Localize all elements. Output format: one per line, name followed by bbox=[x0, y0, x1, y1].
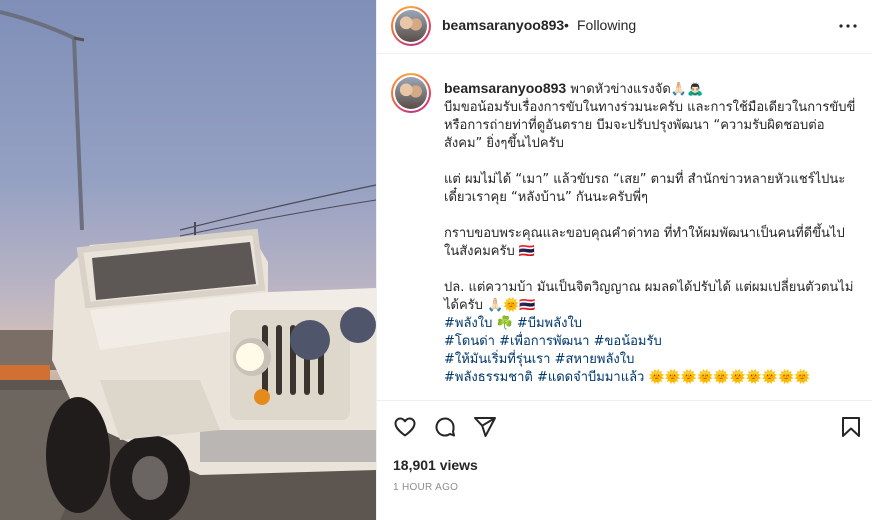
caption-paragraph-4: ปล. แต่ความบ้า มันเป็นจิตวิญญาณ ผมลดได้ป… bbox=[444, 280, 854, 313]
hashtag-link[interactable]: #บีมพลังใบ bbox=[517, 316, 582, 331]
caption-headline: พาดหัวข่างแรงจัด🙏🏻🙇🏻‍♂️ bbox=[566, 82, 704, 97]
hashtag-link[interactable]: #พลังใบ bbox=[444, 316, 492, 331]
hashtag-line-1: #พลังใบ ☘️ #บีมพลังใบ bbox=[444, 315, 859, 333]
view-count[interactable]: 18,901 views bbox=[393, 457, 478, 473]
heart-icon[interactable] bbox=[393, 415, 417, 439]
jeep-photo bbox=[0, 10, 376, 520]
hashtag-link[interactable]: #โดนด่า bbox=[444, 334, 495, 349]
hashtag-line-4: #พลังธรรมชาติ #แดดจ๋าบีมมาแล้ว 🌞🌞🌞🌞🌞🌞🌞🌞🌞… bbox=[444, 369, 859, 387]
comment-icon[interactable] bbox=[433, 415, 457, 439]
hashtag-link[interactable]: #ให้มันเริ่มที่รุ่นเรา bbox=[444, 352, 550, 367]
hashtag-link[interactable]: #พลังธรรมชาติ bbox=[444, 370, 533, 385]
caption-author-avatar[interactable] bbox=[391, 73, 431, 113]
hashtag-line-3: #ให้มันเริ่มที่รุ่นเรา #สหายพลังใบ bbox=[444, 351, 859, 369]
post-media[interactable] bbox=[0, 0, 376, 520]
author-username[interactable]: beamsaranyoo893 bbox=[442, 17, 564, 33]
post-details-panel: beamsaranyoo893 • Following beamsaranyoo… bbox=[376, 0, 872, 520]
caption-paragraph-3: กราบขอบพระคุณและขอบคุณคำด่าทอ ที่ทำให้ผม… bbox=[444, 226, 845, 259]
sun-emojis: 🌞🌞🌞🌞🌞🌞🌞🌞🌞🌞 bbox=[644, 370, 811, 385]
clover-emoji: ☘️ bbox=[492, 316, 517, 331]
more-horizontal-icon[interactable] bbox=[836, 14, 860, 38]
author-avatar[interactable] bbox=[391, 6, 431, 46]
hashtag-line-2: #โดนด่า #เพื่อการพัฒนา #ขอน้อมรับ bbox=[444, 333, 859, 351]
following-button[interactable]: Following bbox=[577, 17, 636, 33]
caption-first-line: beamsaranyoo893 พาดหัวข่างแรงจัด🙏🏻🙇🏻‍♂️ bbox=[444, 79, 859, 99]
hashtag-link[interactable]: #แดดจ๋าบีมมาแล้ว bbox=[537, 370, 644, 385]
action-bar: 18,901 views 1 HOUR AGO bbox=[377, 400, 872, 520]
caption-section: beamsaranyoo893 พาดหัวข่างแรงจัด🙏🏻🙇🏻‍♂️ … bbox=[377, 55, 872, 400]
caption-paragraph-2: แต่ ผมไม่ได้ “เมา” แล้วขับรถ “เสย” ตามที… bbox=[444, 172, 846, 205]
post-header: beamsaranyoo893 • Following bbox=[377, 0, 872, 54]
send-icon[interactable] bbox=[473, 415, 497, 439]
hashtag-link[interactable]: #สหายพลังใบ bbox=[555, 352, 635, 367]
caption-paragraph-1: บีมขอน้อมรับเรื่องการขับในทางร่วมนะครับ … bbox=[444, 100, 856, 151]
caption-text: beamsaranyoo893 พาดหัวข่างแรงจัด🙏🏻🙇🏻‍♂️ … bbox=[444, 79, 859, 387]
caption-username[interactable]: beamsaranyoo893 bbox=[444, 80, 566, 96]
hashtag-link[interactable]: #เพื่อการพัฒนา bbox=[499, 334, 589, 349]
separator-dot: • bbox=[564, 17, 569, 33]
hashtag-link[interactable]: #ขอน้อมรับ bbox=[594, 334, 662, 349]
post-timestamp[interactable]: 1 HOUR AGO bbox=[393, 482, 458, 493]
bookmark-icon[interactable] bbox=[839, 415, 863, 439]
